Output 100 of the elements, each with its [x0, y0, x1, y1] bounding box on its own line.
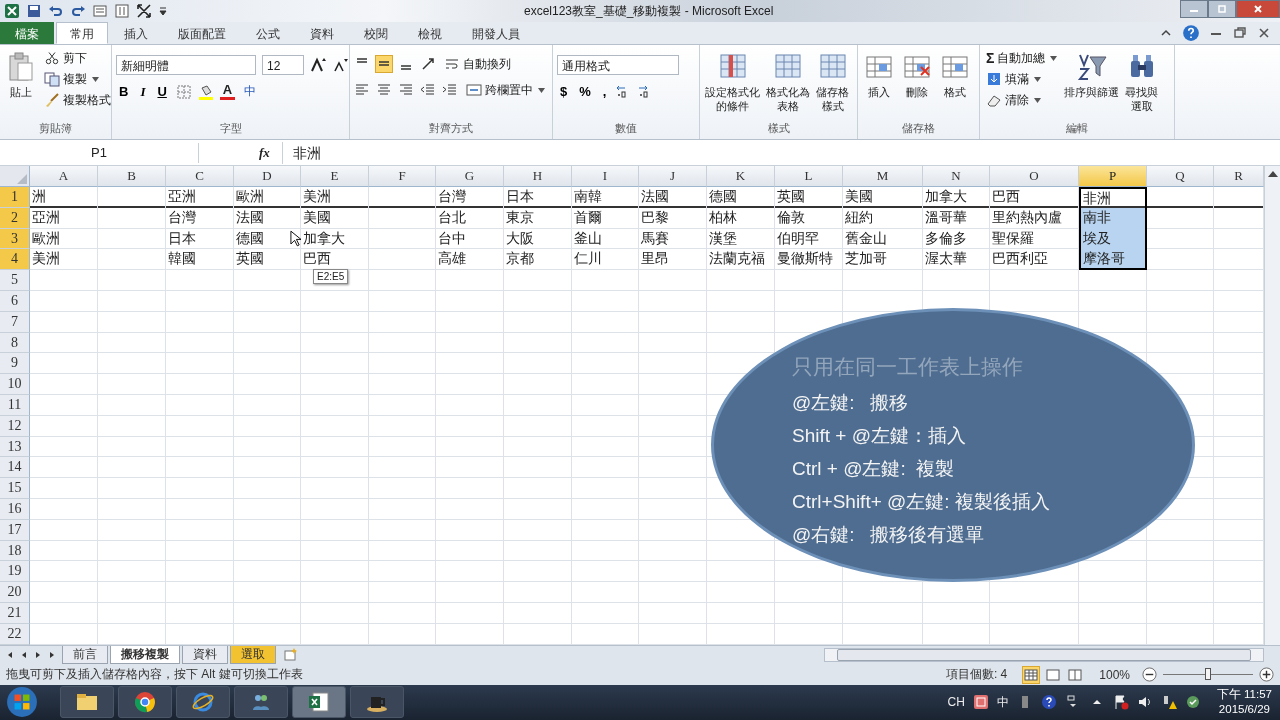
column-header[interactable]: C [166, 166, 234, 187]
row-header[interactable]: 21 [0, 602, 30, 624]
scroll-up-icon[interactable] [1267, 171, 1278, 177]
column-header[interactable]: M [843, 166, 923, 187]
autosum-button[interactable]: Σ 自動加總 [984, 49, 1060, 67]
row-header[interactable]: 13 [0, 436, 30, 458]
column-header[interactable]: H [504, 166, 572, 187]
vertical-align-icon[interactable] [376, 56, 392, 72]
column-header[interactable]: Q [1147, 166, 1214, 187]
taskbar-app[interactable] [60, 686, 114, 719]
zoom-in-icon[interactable] [1259, 667, 1274, 683]
row-header[interactable]: 4 [0, 249, 30, 271]
number-format-dropdown[interactable]: 通用格式 [557, 55, 679, 75]
horizontal-scrollbar[interactable] [824, 648, 1264, 663]
start-button[interactable] [6, 686, 38, 719]
close-button[interactable] [1236, 0, 1280, 18]
sheet-tab[interactable]: 選取 [230, 646, 276, 665]
column-header[interactable]: G [436, 166, 504, 187]
clock-time[interactable]: 下午 11:57 [1216, 687, 1272, 703]
taskbar-app[interactable] [292, 686, 346, 719]
zoom-out-icon[interactable] [1142, 667, 1157, 683]
wrap-text-button[interactable]: 自動換列 [442, 55, 513, 73]
row-header[interactable]: 8 [0, 332, 30, 354]
form-icon[interactable] [92, 3, 108, 19]
view-icon[interactable] [1045, 666, 1062, 683]
row-header[interactable]: 1 [0, 187, 30, 208]
column-header[interactable]: B [98, 166, 166, 187]
align-icon[interactable] [354, 82, 370, 98]
currency-button[interactable]: $ [557, 83, 571, 99]
grow-font-icon[interactable] [310, 57, 326, 73]
underline-button[interactable]: U [154, 84, 170, 99]
orientation-icon[interactable] [420, 56, 436, 72]
row-header[interactable]: 22 [0, 623, 30, 645]
column-header[interactable]: O [990, 166, 1079, 187]
sort-filter-button[interactable]: 排序與篩選 [1063, 49, 1121, 101]
row-header[interactable]: 14 [0, 457, 30, 479]
align-icon[interactable] [398, 82, 414, 98]
taskbar-app[interactable] [234, 686, 288, 719]
font-size-dropdown[interactable]: 12 [262, 55, 304, 75]
column-header[interactable]: L [775, 166, 843, 187]
fullscreen-icon[interactable] [136, 3, 152, 19]
row-header[interactable]: 6 [0, 291, 30, 312]
save-icon[interactable] [26, 3, 42, 19]
language-indicator[interactable]: CH [947, 695, 965, 710]
sync-icon[interactable] [1184, 694, 1201, 711]
row-header[interactable]: 15 [0, 478, 30, 499]
column-header[interactable]: N [923, 166, 990, 187]
column-header[interactable]: I [572, 166, 639, 187]
undo-icon[interactable] [48, 3, 64, 19]
taskbar-app[interactable] [118, 686, 172, 719]
row-header[interactable]: 12 [0, 415, 30, 437]
style-button[interactable]: 儲存格 樣式 [815, 49, 850, 115]
ribbon-tab[interactable]: 版面配置 [164, 22, 240, 44]
insert-function-button[interactable]: fx [199, 144, 282, 161]
sheet-tab[interactable]: 前言 [62, 646, 108, 665]
excel-logo-icon[interactable] [4, 3, 20, 19]
cells-button[interactable]: 刪除 [900, 49, 934, 101]
row-header[interactable]: 11 [0, 394, 30, 416]
ribbon-tab[interactable]: 檢視 [404, 22, 456, 44]
row-header[interactable]: 9 [0, 353, 30, 375]
increase-indent-icon[interactable] [442, 82, 458, 98]
row-header[interactable]: 5 [0, 270, 30, 291]
row-header[interactable]: 2 [0, 207, 30, 229]
copy-button[interactable]: 複製 [42, 70, 113, 88]
row-header[interactable]: 10 [0, 374, 30, 395]
align-icon[interactable] [376, 82, 392, 98]
column-header[interactable]: K [707, 166, 775, 187]
clear-button[interactable]: 清除 [984, 91, 1060, 109]
font-color-button[interactable]: A [219, 83, 236, 100]
minimize-button[interactable] [1180, 0, 1208, 18]
cut-button[interactable]: 剪下 [42, 49, 113, 67]
ribbon-tab[interactable]: 檔案 [0, 22, 54, 44]
ribbon-tab[interactable]: 插入 [110, 22, 162, 44]
sheet-tab[interactable]: 搬移複製 [110, 646, 180, 665]
help-icon[interactable] [1040, 694, 1057, 711]
row-header[interactable]: 18 [0, 540, 30, 562]
cells-button[interactable]: 插入 [862, 49, 896, 101]
sheet-tab[interactable]: 資料 [182, 646, 228, 665]
ribbon-tab[interactable]: 資料 [296, 22, 348, 44]
font-name-dropdown[interactable]: 新細明體 [116, 55, 256, 75]
taskbar-app[interactable] [176, 686, 230, 719]
zoom-level[interactable]: 100% [1099, 667, 1130, 682]
ribbon-tab[interactable]: 校閱 [350, 22, 402, 44]
taskbar-app[interactable] [350, 686, 404, 719]
zoom-slider-thumb[interactable] [1205, 668, 1211, 681]
column-header[interactable]: E [301, 166, 369, 187]
view-icon[interactable] [1067, 666, 1084, 683]
ribbon-tab[interactable]: 常用 [56, 22, 108, 44]
formula-field[interactable]: 非洲 [281, 141, 1280, 164]
phonetic-button[interactable]: 中 [241, 83, 260, 100]
redo-icon[interactable] [70, 3, 86, 19]
column-header[interactable]: A [30, 166, 98, 187]
flag-icon[interactable] [1112, 694, 1129, 711]
comma-button[interactable]: , [599, 83, 610, 99]
paste-button[interactable]: 貼上 [4, 49, 38, 101]
column-header[interactable]: F [369, 166, 436, 187]
ribbon-tab[interactable]: 公式 [242, 22, 294, 44]
style-button[interactable]: 設定格式化 的條件 [704, 49, 761, 115]
column-header[interactable]: R [1214, 166, 1264, 187]
format-painter-button[interactable]: 複製格式 [42, 91, 113, 109]
